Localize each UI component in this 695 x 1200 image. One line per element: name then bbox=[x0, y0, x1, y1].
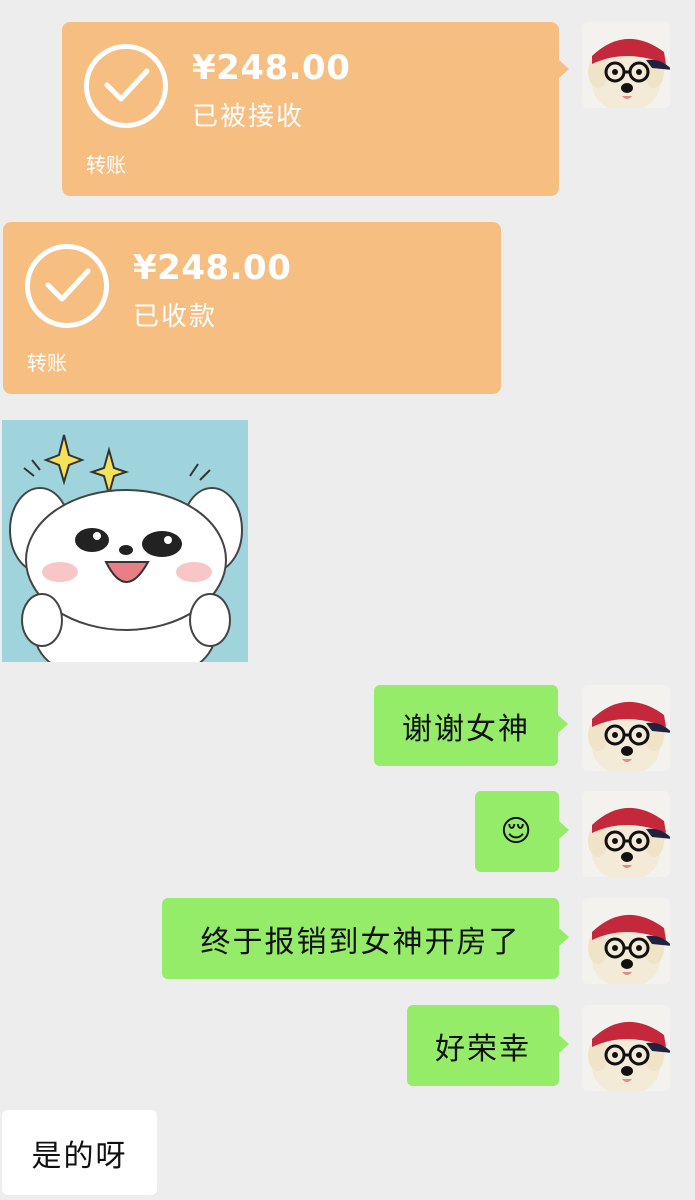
transfer-card-received[interactable]: ¥248.00 已收款 转账 bbox=[3, 222, 501, 394]
transfer-status: 已被接收 bbox=[192, 102, 305, 132]
dog-avatar-icon bbox=[588, 807, 670, 877]
message-bubble-sent[interactable]: 谢谢女神 bbox=[374, 685, 568, 766]
message-text: 终于报销到女神开房了 bbox=[200, 924, 521, 960]
transfer-status: 已收款 bbox=[133, 302, 218, 332]
avatar[interactable] bbox=[582, 791, 670, 877]
message-bubble-sent[interactable]: 好荣幸 bbox=[407, 1005, 569, 1086]
check-circle-icon bbox=[84, 44, 168, 128]
message-bubble-sent[interactable]: 😌 bbox=[475, 791, 569, 872]
avatar[interactable] bbox=[582, 898, 670, 984]
emoji-text: 😌 bbox=[500, 814, 534, 849]
puppy-sticker[interactable] bbox=[2, 420, 248, 662]
avatar[interactable] bbox=[582, 685, 670, 771]
check-circle-icon bbox=[25, 244, 109, 328]
message-bubble-received[interactable]: 是的呀 bbox=[2, 1110, 157, 1195]
dog-avatar-icon bbox=[588, 38, 670, 108]
puppy-sticker-icon bbox=[9, 434, 243, 662]
transfer-card-sent[interactable]: ¥248.00 已被接收 转账 bbox=[62, 22, 569, 196]
message-text: 好荣幸 bbox=[435, 1031, 531, 1067]
dog-avatar-icon bbox=[588, 914, 670, 984]
transfer-label: 转账 bbox=[86, 153, 126, 177]
avatar[interactable] bbox=[582, 1005, 670, 1091]
message-text: 是的呀 bbox=[31, 1138, 128, 1174]
message-bubble-sent[interactable]: 终于报销到女神开房了 bbox=[162, 898, 569, 979]
dog-avatar-icon bbox=[588, 701, 670, 771]
transfer-label: 转账 bbox=[27, 351, 67, 375]
transfer-amount: ¥248.00 bbox=[192, 48, 351, 88]
message-text: 谢谢女神 bbox=[402, 711, 530, 747]
transfer-amount: ¥248.00 bbox=[133, 248, 292, 288]
avatar[interactable] bbox=[582, 22, 670, 108]
dog-avatar-icon bbox=[588, 1021, 670, 1091]
